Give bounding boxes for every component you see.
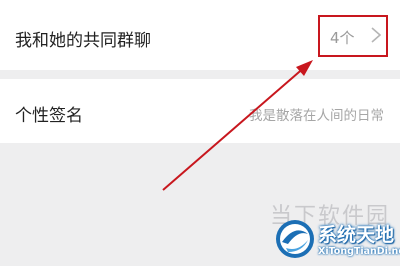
common-groups-row[interactable]: 我和她的共同群聊 4个 <box>0 0 400 70</box>
watermark-subtitle: XiTongTianDi.net <box>318 246 400 257</box>
watermark-title: 系统天地 <box>318 224 395 246</box>
common-groups-label: 我和她的共同群聊 <box>15 31 151 51</box>
signature-value: 我是散落在人间的日常 <box>249 108 384 124</box>
signature-label: 个性签名 <box>15 106 83 126</box>
watermark-logo-icon <box>276 220 314 258</box>
signature-row[interactable]: 个性签名 我是散落在人间的日常 <box>0 79 400 143</box>
watermark: 当下软件园 系统天地 XiTongTianDi.net <box>238 198 400 266</box>
highlight-box <box>318 15 388 57</box>
